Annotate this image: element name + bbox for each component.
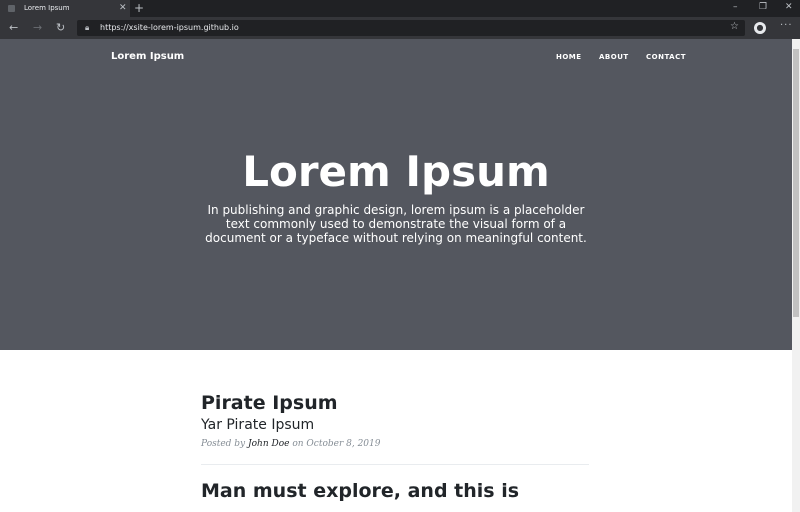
lock-icon: 🔒︎ <box>85 23 90 32</box>
post-list: Pirate Ipsum Yar Pirate Ipsum Posted by … <box>201 392 589 502</box>
scrollbar-thumb[interactable] <box>793 49 799 317</box>
browser-tab[interactable]: Lorem Ipsum ✕ <box>0 0 130 17</box>
masthead: Lorem Ipsum HOME ABOUT CONTACT Lorem Ips… <box>0 39 792 350</box>
back-icon[interactable]: ← <box>9 21 18 34</box>
close-tab-icon[interactable]: ✕ <box>119 3 127 13</box>
post-subtitle[interactable]: Yar Pirate Ipsum <box>201 417 589 433</box>
url-text: https://xsite-lorem-ipsum.github.io <box>100 23 239 32</box>
post-meta-prefix: Posted by <box>201 439 246 449</box>
minimize-icon[interactable]: – <box>733 2 738 12</box>
tab-title: Lorem Ipsum <box>24 4 70 12</box>
forward-icon[interactable]: → <box>33 21 42 34</box>
more-menu-icon[interactable]: ··· <box>780 20 793 31</box>
hero-title: Lorem Ipsum <box>242 147 550 196</box>
profile-avatar-icon[interactable]: ● <box>754 22 766 34</box>
reload-icon[interactable]: ↻ <box>56 21 65 34</box>
post-title[interactable]: Pirate Ipsum <box>201 392 589 414</box>
nav-home[interactable]: HOME <box>556 53 582 61</box>
page-viewport: Lorem Ipsum HOME ABOUT CONTACT Lorem Ips… <box>0 39 792 512</box>
new-tab-icon[interactable]: + <box>134 1 144 15</box>
post-title[interactable]: Man must explore, and this is <box>201 480 589 502</box>
favicon-icon <box>8 5 15 12</box>
address-bar: ← → ↻ 🔒︎ https://xsite-lorem-ipsum.githu… <box>0 17 800 39</box>
nav-contact[interactable]: CONTACT <box>646 53 686 61</box>
restore-icon[interactable]: ❐ <box>759 2 767 12</box>
post-divider <box>201 464 589 465</box>
hero-subtitle: In publishing and graphic design, lorem … <box>205 203 587 245</box>
close-window-icon[interactable]: ✕ <box>785 2 793 12</box>
site-brand[interactable]: Lorem Ipsum <box>111 51 184 62</box>
post-author[interactable]: John Doe <box>248 439 289 449</box>
nav-about[interactable]: ABOUT <box>599 53 629 61</box>
post-meta: Posted by John Doe on October 8, 2019 <box>201 439 589 449</box>
url-field[interactable]: 🔒︎ https://xsite-lorem-ipsum.github.io ☆ <box>77 20 745 36</box>
post-date: on October 8, 2019 <box>292 439 381 449</box>
bookmark-star-icon[interactable]: ☆ <box>730 21 739 32</box>
browser-tab-strip: Lorem Ipsum ✕ + – ❐ ✕ <box>0 0 800 17</box>
post-preview[interactable]: Pirate Ipsum Yar Pirate Ipsum Posted by … <box>201 392 589 449</box>
scrollbar[interactable] <box>792 39 800 512</box>
